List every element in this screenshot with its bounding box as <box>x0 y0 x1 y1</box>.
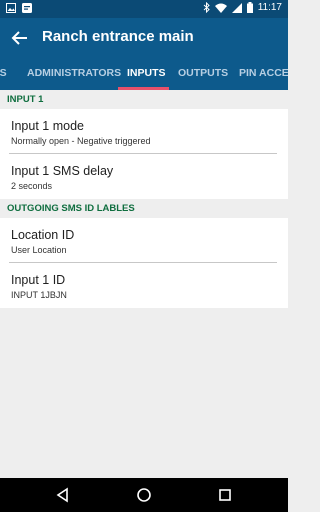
tab-partial-left[interactable]: RS <box>0 58 7 90</box>
item-title: Input 1 ID <box>11 273 66 287</box>
battery-icon <box>246 2 253 13</box>
list-item-location-id[interactable]: Location ID User Location <box>0 218 288 263</box>
notification-icon <box>22 3 32 13</box>
item-value: INPUT 1JBJN <box>11 290 67 300</box>
section-header-outgoing-sms-id-labels: OUTGOING SMS ID LABLES <box>0 199 288 218</box>
list-item-input-1-sms-delay[interactable]: Input 1 SMS delay 2 seconds <box>0 154 288 199</box>
wifi-icon <box>214 3 227 13</box>
home-circle-icon[interactable] <box>135 486 153 504</box>
back-triangle-icon[interactable] <box>54 486 72 504</box>
back-arrow-icon[interactable] <box>10 28 30 48</box>
bluetooth-icon <box>203 2 210 13</box>
item-value: 2 seconds <box>11 181 53 191</box>
settings-list: INPUT 1 Input 1 mode Normally open - Neg… <box>0 90 288 308</box>
tab-outputs[interactable]: OUTPUTS <box>178 58 228 90</box>
list-item-input-1-mode[interactable]: Input 1 mode Normally open - Negative tr… <box>0 109 288 154</box>
tab-administrators[interactable]: ADMINISTRATORS <box>27 58 121 90</box>
clock: 11:17 <box>257 2 282 13</box>
recents-square-icon[interactable] <box>216 486 234 504</box>
tab-inputs[interactable]: INPUTS <box>127 58 166 90</box>
status-bar: 11:17 <box>0 0 288 18</box>
app-bar: Ranch entrance main <box>0 18 288 58</box>
page-title: Ranch entrance main <box>42 28 194 45</box>
item-title: Input 1 mode <box>11 119 84 133</box>
signal-icon <box>231 2 242 13</box>
navigation-bar <box>0 478 288 512</box>
list-item-input-1-id[interactable]: Input 1 ID INPUT 1JBJN <box>0 263 288 308</box>
item-value: Normally open - Negative triggered <box>11 136 151 146</box>
image-icon <box>6 3 16 13</box>
tab-bar: RS ADMINISTRATORS INPUTS OUTPUTS PIN ACC… <box>0 58 288 90</box>
item-value: User Location <box>11 245 67 255</box>
item-title: Input 1 SMS delay <box>11 164 114 178</box>
item-title: Location ID <box>11 228 75 242</box>
tab-pin-access[interactable]: PIN ACCES <box>239 58 288 90</box>
section-header-input-1: INPUT 1 <box>0 90 288 109</box>
